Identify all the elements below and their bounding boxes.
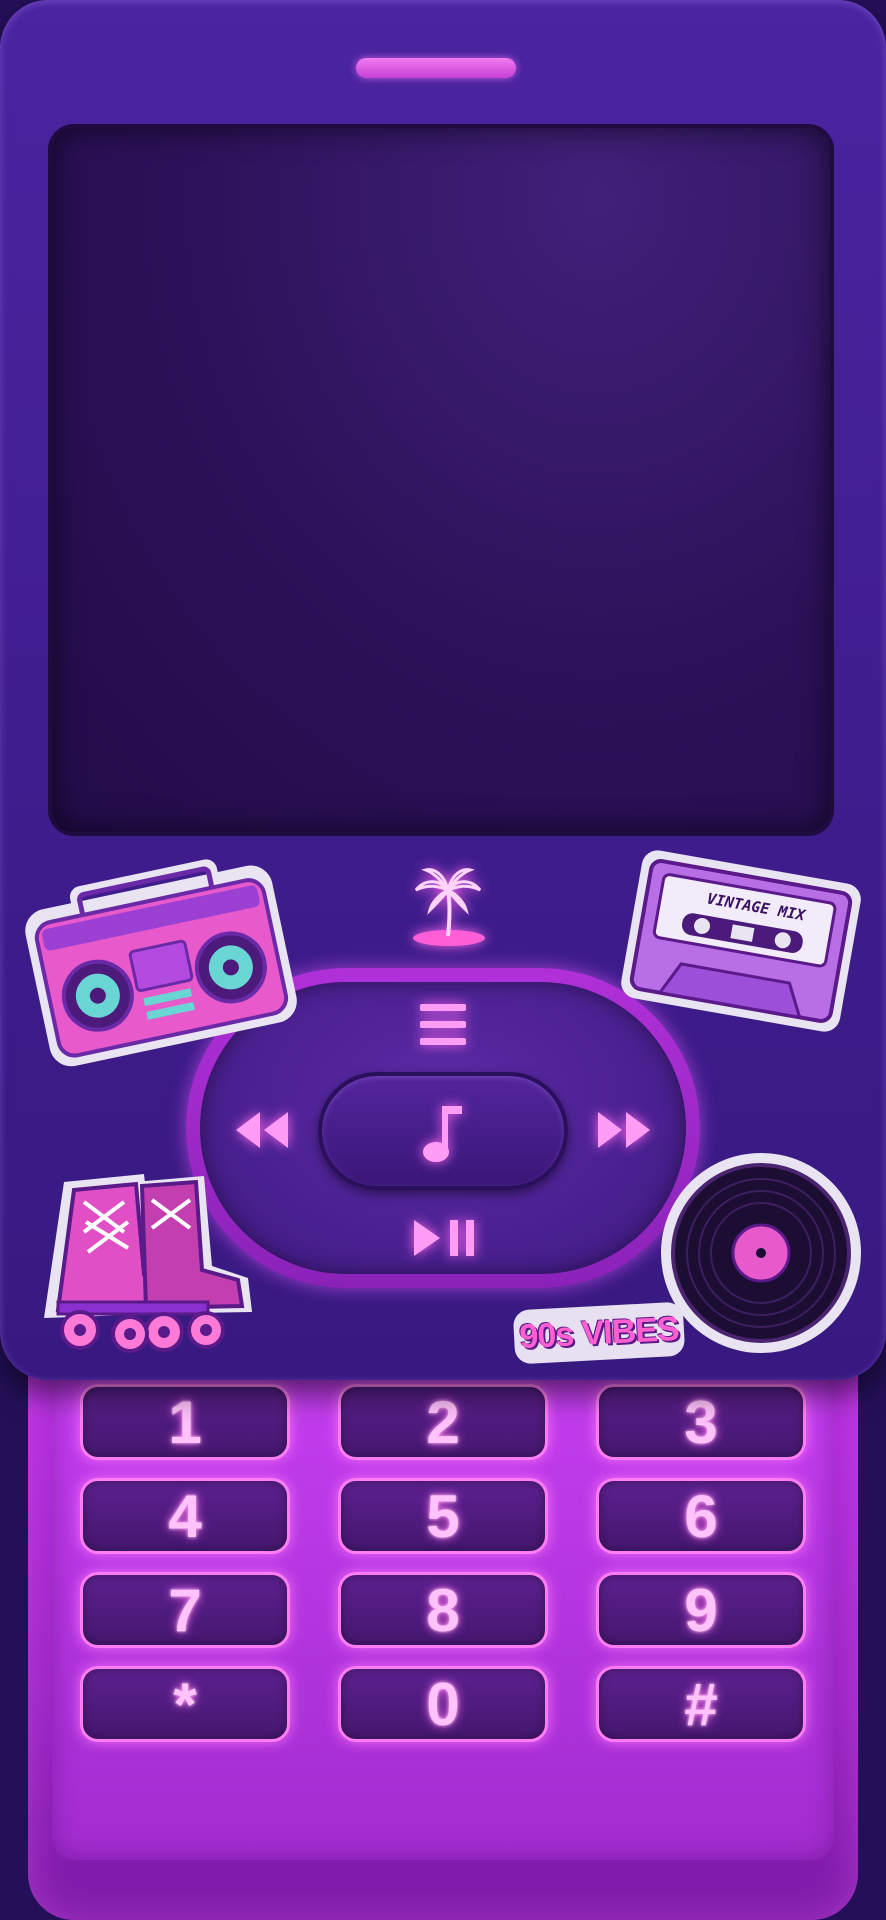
key-5[interactable]: 5	[338, 1478, 548, 1554]
key-7[interactable]: 7	[80, 1572, 290, 1648]
key-2[interactable]: 2	[338, 1384, 548, 1460]
keypad-slider: 1 2 3 4 5 6 7 8 9 * 0 #	[28, 1340, 858, 1920]
vinyl-record-sticker	[661, 1153, 861, 1353]
roller-skates-sticker	[44, 1174, 252, 1353]
fast-forward-icon[interactable]	[594, 1108, 654, 1152]
menu-icon[interactable]	[418, 1002, 468, 1048]
key-8[interactable]: 8	[338, 1572, 548, 1648]
key-0[interactable]: 0	[338, 1666, 548, 1742]
key-3[interactable]: 3	[596, 1384, 806, 1460]
key-4[interactable]: 4	[80, 1478, 290, 1554]
rewind-icon[interactable]	[232, 1108, 292, 1152]
key-1[interactable]: 1	[80, 1384, 290, 1460]
key-9[interactable]: 9	[596, 1572, 806, 1648]
phone-screen	[48, 124, 834, 836]
play-pause-icon[interactable]	[410, 1216, 480, 1260]
music-note-icon	[423, 1106, 462, 1162]
cassette-tape-icon	[621, 850, 861, 1032]
phone-wallpaper: 1 2 3 4 5 6 7 8 9 * 0 # VINTAGE MIX 90s …	[0, 0, 886, 1920]
key-hash[interactable]: #	[596, 1666, 806, 1742]
key-star[interactable]: *	[80, 1666, 290, 1742]
palm-tree-island-icon	[413, 868, 485, 946]
cassette-sticker: VINTAGE MIX	[620, 846, 862, 1036]
keypad-panel: 1 2 3 4 5 6 7 8 9 * 0 #	[52, 1360, 834, 1860]
earpiece-speaker	[356, 58, 516, 78]
90s-vibes-text: 90s VIBES	[518, 1309, 680, 1356]
boombox-sticker	[25, 859, 297, 1067]
90s-vibes-sticker: 90s VIBES	[512, 1301, 686, 1365]
key-6[interactable]: 6	[596, 1478, 806, 1554]
